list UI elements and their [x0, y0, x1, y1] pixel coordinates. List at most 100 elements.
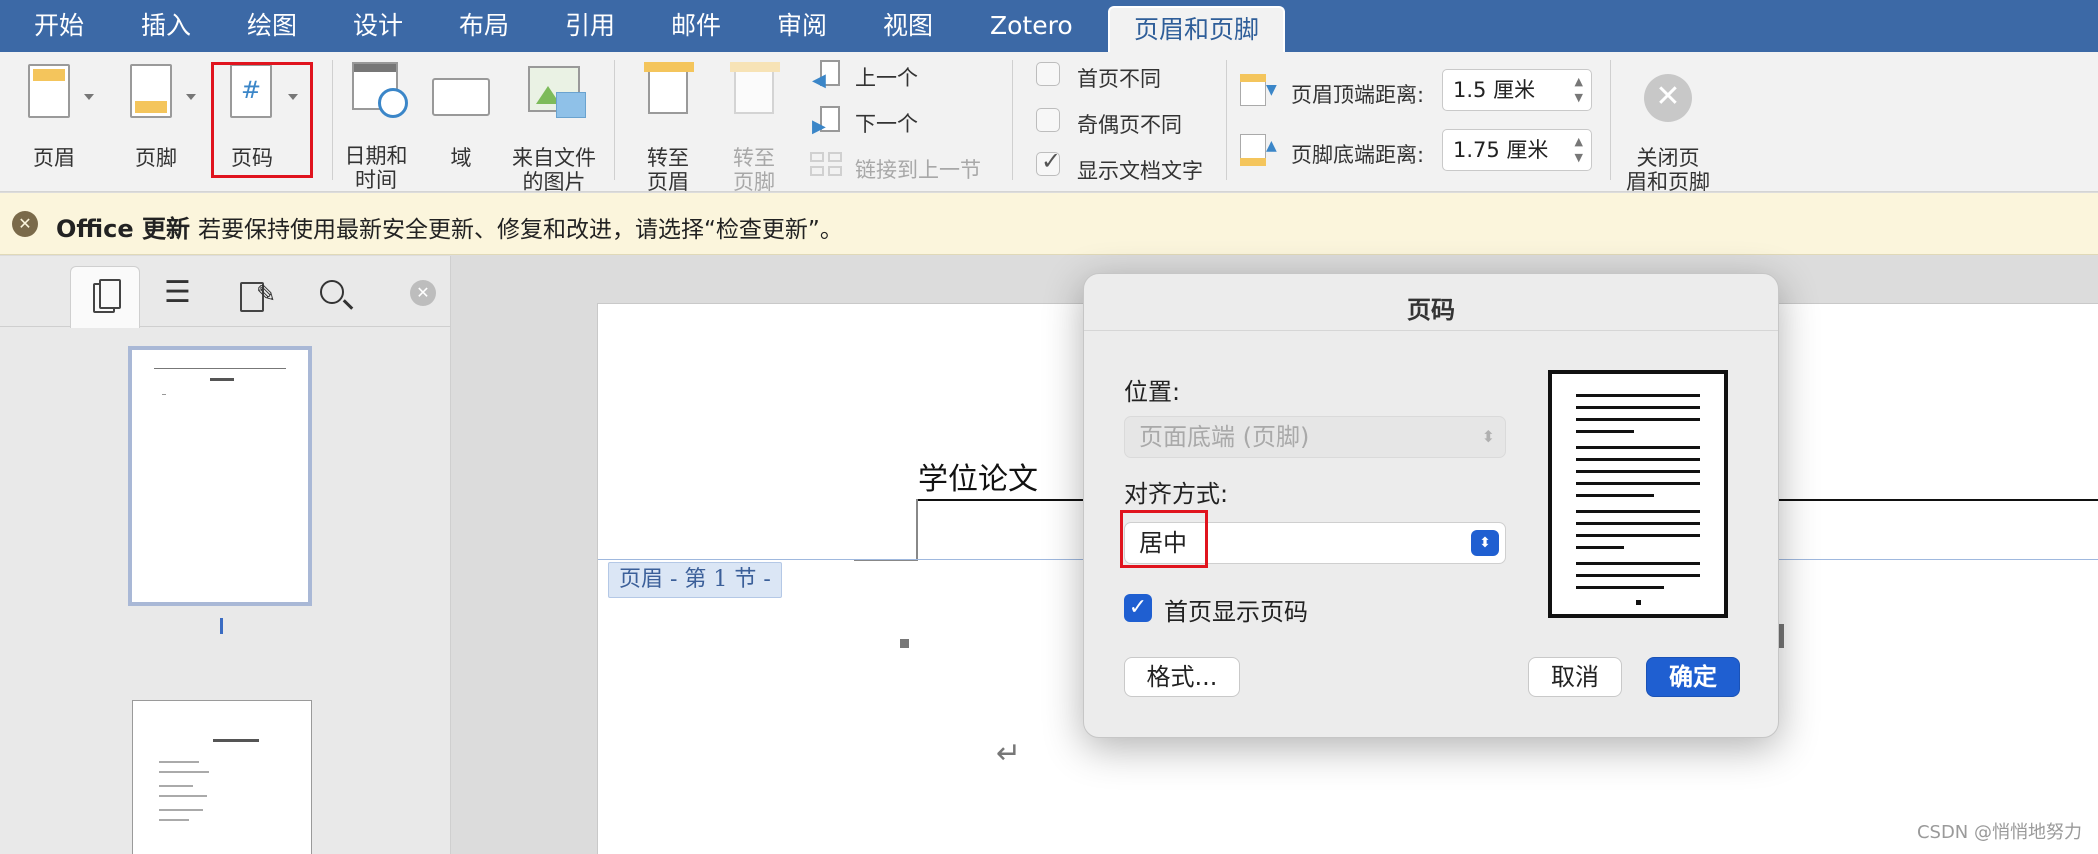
field-icon: [432, 78, 490, 116]
goto-header-label: 转至 页眉: [647, 146, 689, 194]
next-button[interactable]: 下一个: [855, 108, 918, 138]
ribbon-separator: [1610, 60, 1611, 180]
dialog-title-separator: [1084, 330, 1778, 331]
page-thumbnail[interactable]: [128, 346, 312, 606]
dismiss-update-icon[interactable]: ✕: [12, 211, 38, 237]
picture-icon: [528, 66, 586, 118]
header-from-top-input[interactable]: 1.5 厘米 ▲ ▼: [1442, 69, 1592, 111]
different-first-page-label: 首页不同: [1077, 67, 1161, 91]
close-header-footer-button[interactable]: ✕ 关闭页 眉和页脚: [1618, 60, 1718, 194]
footer-position-icon: ▲: [1240, 134, 1278, 166]
page-number-dialog: 页码 位置: 页面底端 (页脚) ⬍ 对齐方式: 居中 ⬍ ✓ 首页显示页码 格…: [1083, 273, 1779, 738]
tab-layout[interactable]: 布局: [459, 0, 509, 52]
footer-from-bottom-value: 1.75 厘米: [1453, 138, 1549, 162]
header-from-top-label: 页眉顶端距离:: [1291, 83, 1425, 107]
list-icon: ☰: [164, 275, 191, 310]
checkmark-icon: ✓: [1041, 147, 1062, 175]
field-button[interactable]: 域: [428, 62, 494, 172]
header-button[interactable]: 页眉: [14, 62, 94, 172]
previous-icon: ◀: [812, 60, 844, 91]
tab-insert[interactable]: 插入: [141, 0, 191, 52]
tab-header-footer[interactable]: 页眉和页脚: [1108, 6, 1286, 52]
tab-references[interactable]: 引用: [565, 0, 615, 52]
dialog-title: 页码: [1407, 296, 1455, 324]
page-indicator: [220, 618, 223, 634]
different-first-page-checkbox[interactable]: [1036, 62, 1060, 86]
footer-button[interactable]: 页脚: [116, 62, 196, 172]
goto-footer-label: 转至 页脚: [733, 146, 775, 194]
tab-draw[interactable]: 绘图: [247, 0, 297, 52]
cancel-button[interactable]: 取消: [1528, 657, 1622, 697]
field-label: 域: [450, 146, 472, 170]
tab-home[interactable]: 开始: [34, 0, 84, 52]
header-dropdown-icon[interactable]: [84, 94, 94, 100]
office-update-bar: ✕ Office 更新 若要保持使用最新安全更新、修复和改进，请选择“检查更新”…: [0, 193, 2098, 255]
search-icon: [320, 280, 344, 304]
goto-header-button[interactable]: 转至 页眉: [628, 60, 708, 194]
ribbon-separator: [332, 60, 333, 180]
position-select[interactable]: 页面底端 (页脚) ⬍: [1124, 416, 1506, 458]
ok-button[interactable]: 确定: [1646, 657, 1740, 697]
header-margin-mark: [916, 499, 918, 561]
ribbon: 页眉 页脚 # 页码 日期和 时间 域 来自文件 的图片 转至 页眉 转至 页脚…: [0, 52, 2098, 194]
show-document-text-label: 显示文档文字: [1077, 159, 1203, 183]
link-previous-button[interactable]: 链接到上一节: [855, 154, 981, 184]
goto-header-icon: [644, 62, 694, 114]
show-on-first-page-label: 首页显示页码: [1164, 598, 1308, 626]
footer-from-bottom-input[interactable]: 1.75 厘米 ▲ ▼: [1442, 129, 1592, 171]
tab-review[interactable]: 审阅: [777, 0, 827, 52]
close-pane-icon[interactable]: ✕: [410, 280, 436, 306]
different-odd-even-label: 奇偶页不同: [1077, 113, 1182, 137]
format-button[interactable]: 格式...: [1124, 657, 1240, 697]
tab-zotero[interactable]: Zotero: [990, 0, 1073, 52]
picture-from-file-label: 来自文件 的图片: [512, 146, 596, 194]
ribbon-separator: [1012, 60, 1013, 180]
spin-down-icon[interactable]: ▼: [1575, 78, 1583, 118]
tab-design[interactable]: 设计: [353, 0, 403, 52]
calendar-icon: [352, 62, 408, 118]
header-position-icon: ▼: [1240, 74, 1278, 106]
update-message: 若要保持使用最新安全更新、修复和改进，请选择“检查更新”。: [198, 217, 843, 243]
ribbon-tab-bar: 开始 插入 绘图 设计 布局 引用 邮件 审阅 视图 Zotero 页眉和页脚: [0, 0, 2098, 52]
alignment-label: 对齐方式:: [1124, 480, 1229, 508]
page-number-highlight: [211, 62, 313, 178]
outline-tab[interactable]: ☰: [146, 266, 216, 328]
updown-chevron-icon: ⬍: [1481, 427, 1495, 446]
navigation-pane: ☰ ✎ ✕: [0, 256, 451, 854]
search-tab[interactable]: [302, 266, 372, 328]
different-odd-even-checkbox[interactable]: [1036, 108, 1060, 132]
edit-tab[interactable]: ✎: [226, 266, 296, 328]
preview-page-number-mark: [1636, 600, 1641, 605]
updown-chevron-icon: ⬍: [1471, 530, 1499, 556]
tab-mailings[interactable]: 邮件: [671, 0, 721, 52]
tab-view[interactable]: 视图: [883, 0, 933, 52]
show-on-first-page-checkbox[interactable]: ✓: [1124, 594, 1152, 622]
picture-from-file-button[interactable]: 来自文件 的图片: [506, 60, 602, 194]
link-icon: [810, 152, 846, 178]
goto-footer-button[interactable]: 转至 页脚: [714, 60, 794, 194]
text-cursor-marker: [900, 639, 909, 648]
position-value: 页面底端 (页脚): [1139, 423, 1310, 451]
header-text[interactable]: 学位论文: [918, 454, 1038, 498]
spin-down-icon[interactable]: ▼: [1575, 138, 1583, 178]
update-title: Office 更新: [56, 215, 191, 243]
show-document-text-checkbox[interactable]: ✓: [1036, 147, 1061, 176]
thumbnails-tab[interactable]: [70, 266, 140, 328]
date-time-label: 日期和 时间: [344, 144, 408, 192]
footer-label: 页脚: [135, 146, 177, 170]
close-header-footer-label: 关闭页 眉和页脚: [1626, 146, 1710, 194]
date-time-button[interactable]: 日期和 时间: [340, 60, 412, 192]
header-rule: [1778, 499, 2098, 501]
footer-dropdown-icon[interactable]: [186, 94, 196, 100]
header-label: 页眉: [33, 146, 75, 170]
footer-from-bottom-label: 页脚底端距离:: [1291, 143, 1425, 167]
previous-button[interactable]: 上一个: [855, 62, 918, 92]
position-label: 位置:: [1124, 378, 1181, 406]
page-thumbnail[interactable]: [132, 700, 312, 854]
paragraph-mark: ↵: [996, 736, 1022, 771]
ribbon-separator: [614, 60, 615, 180]
next-icon: ▶: [812, 106, 844, 137]
header-from-top-value: 1.5 厘米: [1453, 78, 1536, 102]
header-icon: [28, 64, 70, 118]
alignment-highlight: [1120, 510, 1208, 568]
